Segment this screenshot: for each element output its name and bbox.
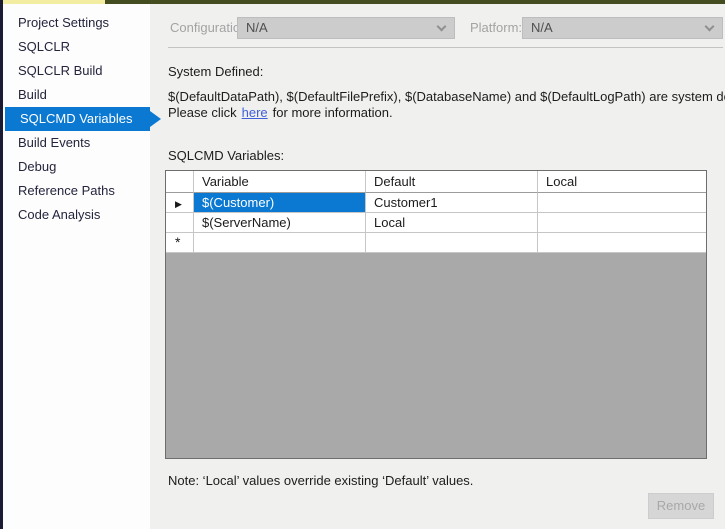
- sidebar-item-build[interactable]: Build: [3, 83, 150, 107]
- chevron-down-icon: [436, 21, 447, 32]
- sqlcmd-variables-grid: Variable Default Local ▶ $(Customer) Cus…: [165, 170, 707, 459]
- grid-cell-local[interactable]: [538, 233, 706, 253]
- more-info-link[interactable]: here: [242, 105, 268, 120]
- grid-cell-local[interactable]: [538, 213, 706, 233]
- remove-button[interactable]: Remove: [648, 493, 714, 519]
- current-row-arrow-icon: ▶: [175, 199, 182, 209]
- grid-cell-variable[interactable]: $(ServerName): [194, 213, 366, 233]
- grid-cell-variable[interactable]: $(Customer): [194, 193, 366, 213]
- grid-cell-local[interactable]: [538, 193, 706, 213]
- table-row: ▶ $(Customer) Customer1: [166, 193, 706, 213]
- sidebar-item-debug[interactable]: Debug: [3, 155, 150, 179]
- platform-value: N/A: [531, 20, 553, 35]
- grid-corner-cell: [166, 171, 194, 193]
- main-content-panel: Configuration: N/A Platform: N/A System …: [150, 4, 725, 529]
- grid-header-row: Variable Default Local: [166, 171, 706, 193]
- grid-cell-default[interactable]: Local: [366, 213, 538, 233]
- row-selector[interactable]: *: [166, 233, 194, 253]
- sidebar-item-sqlclr-build[interactable]: SQLCLR Build: [3, 59, 150, 83]
- column-header-local[interactable]: Local: [538, 171, 706, 193]
- table-row-new: *: [166, 233, 706, 253]
- sidebar-item-label: SQLCMD Variables: [20, 111, 133, 126]
- chevron-down-icon: [704, 21, 715, 32]
- column-header-default[interactable]: Default: [366, 171, 538, 193]
- sidebar-item-sqlclr[interactable]: SQLCLR: [3, 35, 150, 59]
- sqlcmd-variables-label: SQLCMD Variables:: [168, 148, 285, 163]
- line2-prefix: Please click: [168, 105, 237, 120]
- system-defined-line2: Please click here for more information.: [168, 105, 393, 120]
- note-text: Note: ‘Local’ values override existing ‘…: [168, 473, 474, 488]
- properties-sidebar: Project Settings SQLCLR SQLCLR Build Bui…: [3, 4, 161, 529]
- sidebar-item-sqlcmd-variables[interactable]: SQLCMD Variables: [5, 107, 161, 131]
- platform-dropdown[interactable]: N/A: [522, 17, 723, 39]
- platform-label: Platform:: [470, 20, 523, 35]
- line2-suffix: for more information.: [272, 105, 393, 120]
- row-selector[interactable]: [166, 213, 194, 233]
- sidebar-item-code-analysis[interactable]: Code Analysis: [3, 203, 150, 227]
- sidebar-item-build-events[interactable]: Build Events: [3, 131, 150, 155]
- top-strip-olive: [105, 0, 725, 4]
- configuration-value: N/A: [246, 20, 268, 35]
- row-selector[interactable]: ▶: [166, 193, 194, 213]
- sidebar-nav-list: Project Settings SQLCLR SQLCLR Build Bui…: [3, 4, 161, 227]
- system-defined-line1: $(DefaultDataPath), $(DefaultFilePrefix)…: [168, 89, 725, 104]
- column-header-variable[interactable]: Variable: [194, 171, 366, 193]
- sidebar-item-project-settings[interactable]: Project Settings: [3, 11, 150, 35]
- system-defined-heading: System Defined:: [168, 64, 264, 79]
- selected-tab-arrow-icon: [150, 111, 161, 127]
- configuration-dropdown[interactable]: N/A: [237, 17, 455, 39]
- header-divider: [168, 47, 723, 48]
- table-row: $(ServerName) Local: [166, 213, 706, 233]
- grid-cell-default[interactable]: [366, 233, 538, 253]
- window-left-border: [0, 0, 3, 529]
- new-row-asterisk-icon: *: [175, 234, 181, 250]
- grid-cell-default[interactable]: Customer1: [366, 193, 538, 213]
- top-strip-yellow: [3, 0, 105, 4]
- sidebar-item-reference-paths[interactable]: Reference Paths: [3, 179, 150, 203]
- grid-cell-variable[interactable]: [194, 233, 366, 253]
